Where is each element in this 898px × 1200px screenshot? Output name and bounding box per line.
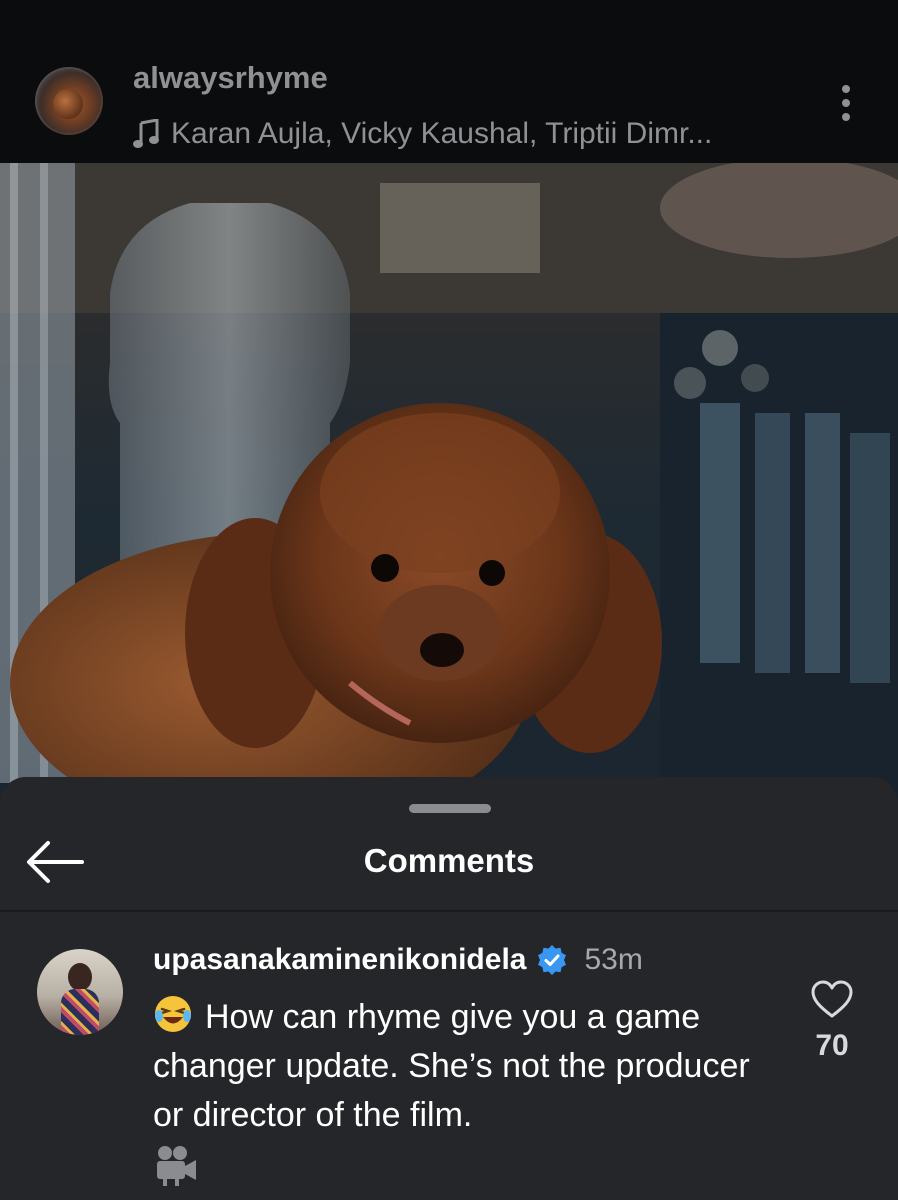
comment-text: How can rhyme give you a game changer up… bbox=[153, 998, 750, 1134]
laughing-emoji-icon bbox=[155, 996, 191, 1032]
poodle-photo-illustration bbox=[0, 163, 898, 803]
post-header: alwaysrhyme Karan Aujla, Vicky Kaushal, … bbox=[0, 0, 898, 163]
post-photo[interactable] bbox=[0, 163, 898, 803]
profile-avatar[interactable] bbox=[35, 67, 103, 135]
comments-title: Comments bbox=[363, 842, 535, 879]
music-info[interactable]: Karan Aujla, Vicky Kaushal, Triptii Dimr… bbox=[133, 117, 712, 151]
movie-camera-emoji-icon bbox=[157, 1146, 196, 1186]
divider bbox=[0, 910, 898, 912]
post-username[interactable]: alwaysrhyme bbox=[133, 60, 328, 96]
comment-body: How can rhyme give you a game changer up… bbox=[153, 993, 763, 1186]
more-vertical-icon[interactable] bbox=[832, 83, 860, 123]
commenter-avatar[interactable] bbox=[37, 949, 123, 1035]
music-label: Karan Aujla, Vicky Kaushal, Triptii Dimr… bbox=[171, 117, 713, 150]
music-note-icon bbox=[133, 119, 159, 148]
comments-sheet: Comments upasanakaminenikonidela 53m How… bbox=[0, 777, 898, 1200]
drag-handle[interactable] bbox=[409, 804, 491, 813]
like-count: 70 bbox=[815, 1029, 849, 1062]
verified-badge-icon bbox=[538, 945, 567, 975]
comment-timestamp: 53m bbox=[584, 943, 643, 976]
comment-header: upasanakaminenikonidela 53m bbox=[153, 943, 643, 977]
heart-outline-icon[interactable] bbox=[810, 979, 854, 1019]
commenter-username[interactable]: upasanakaminenikonidela bbox=[153, 943, 526, 977]
